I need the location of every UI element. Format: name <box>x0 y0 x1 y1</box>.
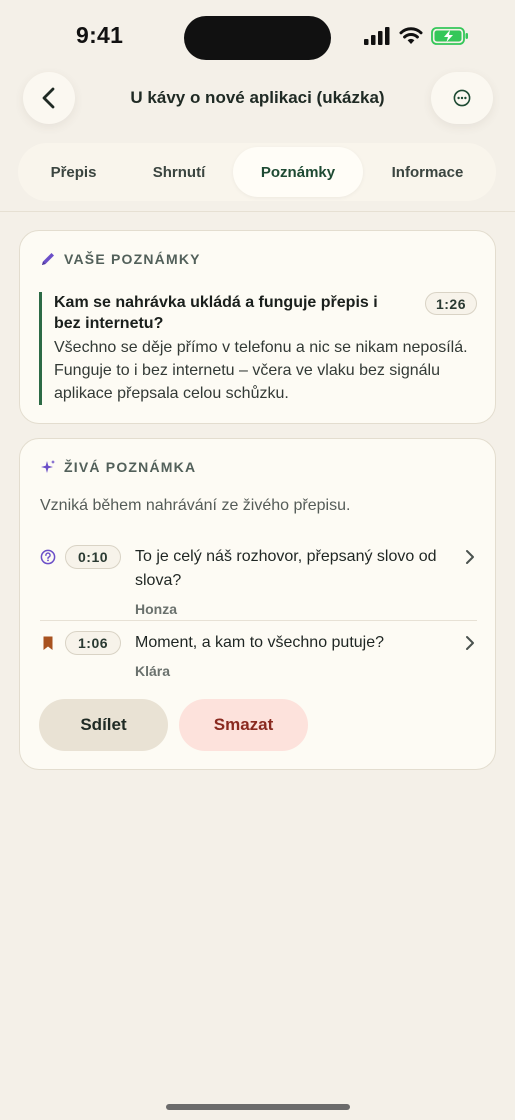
header: U kávy o nové aplikaci (ukázka) <box>0 72 515 128</box>
sparkle-icon <box>41 460 55 473</box>
tab-shrnuti[interactable]: Shrnutí <box>125 147 233 197</box>
screen: 9:41 U kávy o nové aplikaci (ukázka) Pře… <box>0 0 515 1120</box>
note-title: Kam se nahrávka ukládá a funguje přepis … <box>54 294 378 332</box>
live-note-item[interactable]: 1:06 Moment, a kam to všechno putuje? Kl… <box>40 631 477 683</box>
chevron-right-icon <box>466 636 474 650</box>
pencil-icon <box>42 253 54 265</box>
status-time: 9:41 <box>76 22 124 48</box>
notes-card: VAŠE POZNÁMKY Kam se nahrávka ukládá a f… <box>19 230 496 424</box>
live-item-text: Moment, a kam to všechno putuje? <box>135 634 385 651</box>
notes-card-heading: VAŠE POZNÁMKY <box>64 251 201 267</box>
note-body: Všechno se děje přímo v telefonu a nic s… <box>54 339 468 402</box>
live-item-timestamp[interactable]: 0:10 <box>65 545 122 569</box>
page-title: U kávy o nové aplikaci (ukázka) <box>130 88 385 107</box>
bookmark-icon <box>43 636 53 650</box>
share-button[interactable]: Sdílet <box>39 699 168 751</box>
live-note-card: ŽIVÁ POZNÁMKA Vzniká během nahrávání ze … <box>19 438 496 770</box>
more-horizontal-icon <box>453 89 471 107</box>
wifi-icon <box>399 27 423 44</box>
note-item[interactable]: Kam se nahrávka ukládá a funguje přepis … <box>39 292 477 405</box>
dynamic-island <box>184 16 331 60</box>
home-indicator[interactable] <box>166 1104 350 1110</box>
back-button[interactable] <box>23 72 75 124</box>
tab-prepis[interactable]: Přepis <box>22 147 125 197</box>
tab-bar: Přepis Shrnutí Poznámky Informace <box>18 143 496 201</box>
header-divider <box>0 211 515 212</box>
live-card-heading: ŽIVÁ POZNÁMKA <box>64 459 197 475</box>
signal-icon <box>364 27 390 45</box>
live-note-item[interactable]: 0:10 To je celý náš rozhovor, přepsaný s… <box>40 545 477 621</box>
live-item-speaker: Honza <box>135 601 177 617</box>
battery-charging-icon <box>431 27 468 45</box>
live-card-header: ŽIVÁ POZNÁMKA <box>40 459 196 475</box>
notes-card-header: VAŠE POZNÁMKY <box>40 251 201 267</box>
note-timestamp[interactable]: 1:26 <box>424 292 477 315</box>
live-card-subtitle: Vzniká během nahrávání ze živého přepisu… <box>40 497 351 514</box>
chevron-right-icon <box>466 550 474 564</box>
live-item-speaker: Klára <box>135 663 171 679</box>
more-options-button[interactable] <box>431 72 493 124</box>
tab-informace[interactable]: Informace <box>363 147 492 197</box>
chevron-left-icon <box>42 87 55 109</box>
status-icons <box>363 26 469 46</box>
live-item-timestamp[interactable]: 1:06 <box>65 631 122 655</box>
tab-poznamky[interactable]: Poznámky <box>233 147 363 197</box>
status-bar: 9:41 <box>0 0 515 76</box>
question-icon <box>40 549 56 565</box>
live-item-text: To je celý náš rozhovor, přepsaný slovo … <box>135 548 437 589</box>
delete-button[interactable]: Smazat <box>179 699 308 751</box>
